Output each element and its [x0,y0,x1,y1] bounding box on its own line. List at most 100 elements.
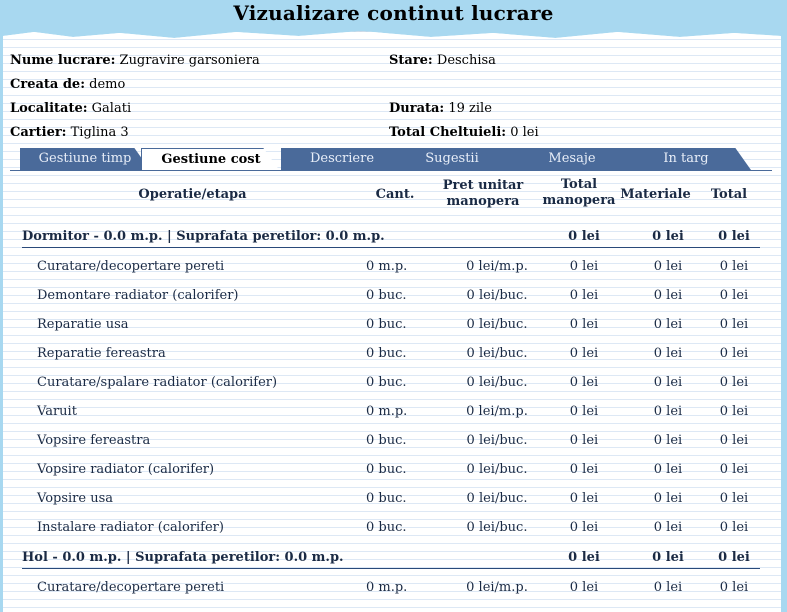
cell-total-manopera: 0 lei [569,491,599,506]
cell-cant: 0 buc. [366,317,407,332]
cell-cant: 0 buc. [366,433,407,448]
cell-materiale: 0 lei [653,375,683,390]
group-divider [22,247,760,248]
cell-cant: 0 buc. [366,375,407,390]
cell-materiale: 0 lei [653,288,683,303]
cell-total: 0 lei [719,288,749,303]
group-divider [22,568,760,569]
info-nume-value: Zugravire garsoniera [119,53,260,68]
cell-materiale: 0 lei [653,346,683,361]
info-durata: Durata: 19 zile [389,101,492,116]
row-operatie: Instalare radiator (calorifer) [37,520,224,535]
cell-total: 0 lei [719,462,749,477]
cell-cant: 0 m.p. [366,259,408,274]
cell-materiale: 0 lei [653,520,683,535]
info-creata-value: demo [89,77,126,92]
cell-pret: 0 lei/buc. [466,317,528,332]
cell-pret: 0 lei/buc. [466,520,528,535]
cell-pret: 0 lei/buc. [466,375,528,390]
cell-materiale: 0 lei [653,491,683,506]
group-materiale: 0 lei [652,550,684,565]
cell-total-manopera: 0 lei [569,375,599,390]
row-operatie: Curatare/decopertare pereti [37,259,225,274]
info-durata-value: 19 zile [448,101,492,116]
info-localitate: Localitate: Galati [10,101,131,116]
cell-cant: 0 buc. [366,520,407,535]
row-operatie: Varuit [37,404,77,419]
cell-cant: 0 buc. [366,462,407,477]
group-total: 0 lei [718,229,750,244]
header-pret-line1: Pret unitar [442,178,524,193]
cell-pret: 0 lei/m.p. [466,580,528,595]
header-operatie: Operatie/etapa [138,187,247,202]
cell-cant: 0 buc. [366,288,407,303]
info-stare-label: Stare: [389,53,433,68]
cell-cant: 0 m.p. [366,580,408,595]
row-operatie: Curatare/decopertare pereti [37,580,225,595]
group-materiale: 0 lei [652,229,684,244]
cell-pret: 0 lei/buc. [466,491,528,506]
header-total-man-line1: Total [560,177,598,192]
info-nume: Nume lucrare: Zugravire garsoniera [10,53,260,68]
cell-total: 0 lei [719,346,749,361]
info-stare: Stare: Deschisa [389,53,496,68]
tab-gestiune-timp[interactable]: Gestiune timp [20,148,150,170]
cell-pret: 0 lei/buc. [466,288,528,303]
page-title: Vizualizare continut lucrare [233,1,554,25]
cell-pret: 0 lei/buc. [466,433,528,448]
info-durata-label: Durata: [389,101,445,116]
cell-pret: 0 lei/buc. [466,462,528,477]
row-operatie: Demontare radiator (calorifer) [37,288,239,303]
cell-materiale: 0 lei [653,433,683,448]
info-creata-label: Creata de: [10,77,86,92]
tab-in-targ[interactable]: In targ [621,148,751,170]
header-pret-unitar: Pret unitar manopera [438,178,528,210]
info-cartier-value: Tiglina 3 [70,125,129,140]
cell-total: 0 lei [719,404,749,419]
cell-pret: 0 lei/m.p. [466,404,528,419]
title-bar: Vizualizare continut lucrare [0,0,787,30]
cell-total: 0 lei [719,375,749,390]
cell-materiale: 0 lei [653,462,683,477]
row-operatie: Vopsire usa [37,491,114,506]
info-cartier: Cartier: Tiglina 3 [10,125,129,140]
row-operatie: Vopsire fereastra [37,433,151,448]
cell-cant: 0 buc. [366,491,407,506]
info-total-value: 0 lei [510,125,539,140]
info-stare-value: Deschisa [436,53,496,68]
cell-materiale: 0 lei [653,580,683,595]
cell-total: 0 lei [719,491,749,506]
header-pret-line2: manopera [446,194,520,209]
tab-gestiune-cost[interactable]: Gestiune cost [141,148,280,171]
info-creata: Creata de: demo [10,77,125,92]
header-materiale: Materiale [620,187,691,202]
header-total: Total [710,187,748,202]
tab-underline [10,170,772,171]
info-nume-label: Nume lucrare: [10,53,116,68]
cell-pret: 0 lei/m.p. [466,259,528,274]
cell-total: 0 lei [719,433,749,448]
row-operatie: Reparatie usa [37,317,129,332]
cell-total: 0 lei [719,317,749,332]
info-total-label: Total Cheltuieli: [389,125,507,140]
info-cartier-label: Cartier: [10,125,67,140]
cell-cant: 0 m.p. [366,404,408,419]
cell-materiale: 0 lei [653,259,683,274]
info-localitate-label: Localitate: [10,101,88,116]
info-total-cheltuieli: Total Cheltuieli: 0 lei [389,125,539,140]
group-total-manopera: 0 lei [568,229,600,244]
header-total-manopera: Total manopera [535,177,623,209]
cell-total: 0 lei [719,520,749,535]
row-operatie: Reparatie fereastra [37,346,166,361]
cell-total-manopera: 0 lei [569,580,599,595]
cell-total-manopera: 0 lei [569,462,599,477]
group-total: 0 lei [718,550,750,565]
cell-total-manopera: 0 lei [569,259,599,274]
cell-pret: 0 lei/buc. [466,346,528,361]
row-operatie: Curatare/spalare radiator (calorifer) [37,375,278,390]
header-total-man-line2: manopera [542,193,616,208]
cell-materiale: 0 lei [653,404,683,419]
cell-total-manopera: 0 lei [569,346,599,361]
cell-total: 0 lei [719,580,749,595]
group-label: Dormitor - 0.0 m.p. | Suprafata peretilo… [22,229,385,244]
